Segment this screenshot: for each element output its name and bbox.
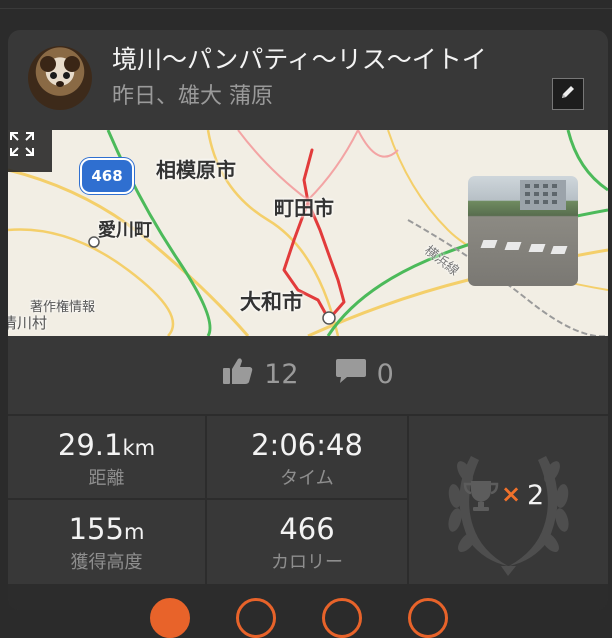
elevation-value: 155 — [68, 512, 124, 546]
social-bar: 12 0 — [8, 336, 608, 412]
action-circle[interactable] — [322, 598, 362, 638]
calories-label: カロリー — [271, 552, 343, 573]
map-label-machida: 町田市 — [274, 196, 334, 220]
calories-stat: 466 カロリー — [207, 500, 407, 584]
avatar-nose — [56, 81, 64, 87]
route-468-shield: 468 — [80, 158, 134, 194]
distance-value-row: 29.1km — [8, 428, 205, 462]
photo-road-marking — [504, 242, 522, 250]
distance-value: 29.1 — [57, 428, 123, 462]
avatar-ear-right — [64, 56, 80, 72]
avatar-eye-right — [63, 72, 70, 79]
bottom-action-circles — [150, 598, 490, 638]
time-label: タイム — [280, 468, 334, 489]
avatar-eye-left — [50, 72, 57, 79]
action-circle[interactable] — [236, 598, 276, 638]
map-label-sagamihara: 相模原市 — [156, 158, 236, 182]
comment-count: 0 — [376, 358, 394, 390]
achievements-badge[interactable]: × 2 — [409, 416, 608, 584]
action-circle[interactable] — [408, 598, 448, 638]
activity-subtitle: 昨日、雄大 蒲原 — [112, 84, 273, 109]
like-button[interactable]: 12 — [222, 356, 299, 393]
distance-stat: 29.1km 距離 — [8, 416, 205, 498]
thumbs-up-icon — [222, 356, 254, 393]
photo-building — [520, 180, 566, 210]
time-stat: 2:06:48 タイム — [207, 416, 407, 498]
map-label-aikawa: 愛川町 — [98, 220, 152, 241]
top-divider — [0, 8, 612, 9]
elevation-unit: m — [123, 520, 145, 544]
edit-button[interactable] — [552, 78, 584, 110]
stats-grid: 29.1km 距離 2:06:48 タイム 155m 獲得高度 466 カロリー — [8, 414, 608, 610]
expand-map-button[interactable] — [8, 130, 52, 172]
elevation-value-row: 155m — [8, 512, 205, 546]
comment-icon — [335, 357, 367, 392]
achievement-times-sign: × — [501, 480, 522, 508]
calories-value: 466 — [279, 512, 335, 546]
map-label-kiyokawa: 清川村 — [8, 314, 48, 332]
action-circle[interactable] — [150, 598, 190, 638]
activity-title[interactable]: 境川〜パンパティ〜リス〜イトイ — [112, 40, 487, 76]
elevation-label: 獲得高度 — [70, 552, 143, 573]
distance-label: 距離 — [88, 468, 125, 489]
avatar[interactable] — [28, 46, 92, 110]
distance-unit: km — [122, 436, 156, 460]
photo-road-marking — [480, 240, 498, 248]
route-map[interactable]: 468 相模原市 町田市 愛川町 大和市 横浜線 著作権情報 清川村 — [8, 130, 608, 336]
activity-photo-thumbnail[interactable] — [468, 176, 578, 286]
photo-road-marking — [528, 244, 546, 252]
comment-button[interactable]: 0 — [335, 357, 394, 392]
map-label-yamato: 大和市 — [240, 290, 303, 314]
avatar-ear-left — [40, 56, 56, 72]
achievement-count: 2 — [527, 480, 545, 511]
pencil-icon — [559, 83, 577, 105]
activity-card[interactable]: 境川〜パンパティ〜リス〜イトイ 昨日、雄大 蒲原 468 相模原市 町田市 愛川… — [8, 30, 608, 610]
elevation-stat: 155m 獲得高度 — [8, 500, 205, 584]
photo-road-marking — [550, 246, 568, 254]
like-count: 12 — [264, 358, 299, 390]
time-value: 2:06:48 — [251, 428, 363, 462]
